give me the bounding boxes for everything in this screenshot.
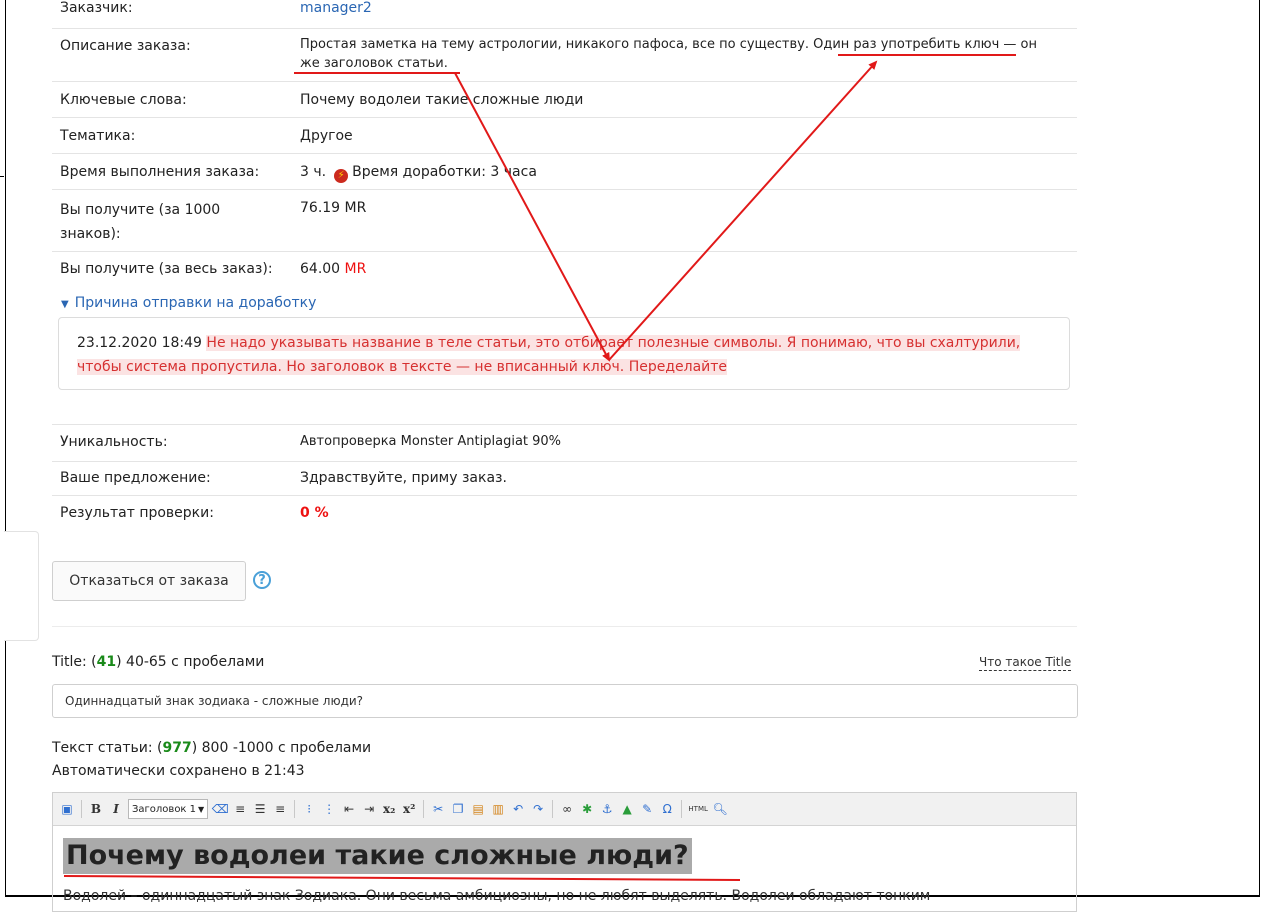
title-input[interactable] xyxy=(52,684,1078,718)
html-button[interactable]: HTML xyxy=(688,801,708,817)
row-topic: Тематика: Другое xyxy=(52,117,1077,154)
row-label: Время выполнения заказа: xyxy=(60,164,260,180)
title-label-prefix: Title: ( xyxy=(52,654,97,670)
superscript-icon[interactable]: x² xyxy=(401,801,417,817)
rich-text-editor: ▣ B I Заголовок 1 ▼ ⌫ ≡ ☰ ≡ ⁝ ⋮ ⇤ ⇥ x₂ x²… xyxy=(52,792,1077,912)
outdent-icon[interactable]: ⇤ xyxy=(341,801,357,817)
row-label: Заказчик: xyxy=(60,0,133,16)
row-label: Описание заказа: xyxy=(60,38,191,54)
numbered-list-icon[interactable]: ⋮ xyxy=(321,801,337,817)
rework-time: Время доработки: 3 часа xyxy=(352,164,537,180)
text-char-count: 977 xyxy=(162,740,192,756)
editor-content[interactable]: Почему водолеи такие сложные люди? Водол… xyxy=(53,826,1076,904)
row-label: Вы получите (за 1000 знаков): xyxy=(60,202,221,242)
row-label: Уникальность: xyxy=(60,434,168,450)
rework-icon: ⚡ xyxy=(334,169,349,183)
pay-per-1000-value: 76.19 MR xyxy=(300,200,367,216)
title-char-count: 41 xyxy=(96,654,117,670)
preview-icon[interactable]: 🔍︎ xyxy=(712,801,728,817)
pay-total-amount: 64.00 xyxy=(300,261,341,277)
editor-toolbar: ▣ B I Заголовок 1 ▼ ⌫ ≡ ☰ ≡ ⁝ ⋮ ⇤ ⇥ x₂ x²… xyxy=(53,793,1076,826)
chevron-down-icon: ▼ xyxy=(198,804,205,814)
bold-icon[interactable]: B xyxy=(88,801,104,817)
section-divider xyxy=(52,626,1077,627)
triangle-down-icon: ▼ xyxy=(61,299,69,310)
cut-icon[interactable]: ✂ xyxy=(430,801,446,817)
format-select-value: Заголовок 1 xyxy=(132,803,197,815)
copy-icon[interactable]: ❐ xyxy=(450,801,466,817)
align-center-icon[interactable]: ☰ xyxy=(252,801,268,817)
row-pay-per-1000: Вы получите (за 1000 знаков): 76.19 MR xyxy=(52,189,1077,252)
reason-text: Не надо указывать название в теле статьи… xyxy=(77,335,1021,375)
source-view-icon[interactable]: ▣ xyxy=(59,801,75,817)
bullet-list-icon[interactable]: ⁝ xyxy=(301,801,317,817)
link-icon[interactable]: ∞ xyxy=(559,801,575,817)
text-label-suffix: ) 800 -1000 с пробелами xyxy=(191,740,372,756)
row-deadline: Время выполнения заказа: 3 ч. ⚡ Время дора… xyxy=(52,153,1077,190)
deadline-hours: 3 ч. xyxy=(300,164,327,180)
description-line-2: же заголовок статьи. xyxy=(300,56,448,71)
format-select[interactable]: Заголовок 1 ▼ xyxy=(128,799,209,819)
topic-value: Другое xyxy=(300,128,353,144)
unlink-icon[interactable]: ✱ xyxy=(579,801,595,817)
toolbar-separator xyxy=(552,800,554,818)
description-text: Простая заметка на тему астрологии, ника… xyxy=(300,35,1070,73)
uniqueness-value: Автопроверка Monster Antiplagiat 90% xyxy=(300,434,562,449)
title-label: Title: (41) 40-65 с пробелами xyxy=(52,654,264,670)
article-text-label: Текст статьи: (977) 800 -1000 с пробелам… xyxy=(52,740,371,756)
edge-mark xyxy=(0,176,4,177)
subscript-icon[interactable]: x₂ xyxy=(381,801,397,817)
toolbar-separator xyxy=(81,800,82,818)
toolbar-separator xyxy=(294,800,296,818)
edit-icon[interactable]: ✎ xyxy=(639,801,655,817)
row-uniqueness: Уникальность: Автопроверка Monster Antip… xyxy=(52,424,1077,462)
row-label: Результат проверки: xyxy=(60,505,214,521)
row-check-result: Результат проверки: 0 % xyxy=(52,495,1077,531)
eraser-icon[interactable]: ⌫ xyxy=(212,801,229,817)
autosave-status: Автоматически сохранено в 21:43 xyxy=(52,763,305,779)
special-char-icon[interactable]: Ω xyxy=(659,801,675,817)
image-icon[interactable]: ▲ xyxy=(619,801,635,817)
align-left-icon[interactable]: ≡ xyxy=(232,801,248,817)
pay-total-value: 64.00 MR xyxy=(300,259,1070,279)
description-line-1: Простая заметка на тему астрологии, ника… xyxy=(300,37,1037,52)
align-right-icon[interactable]: ≡ xyxy=(272,801,288,817)
deadline-value: 3 ч. ⚡ Время доработки: 3 часа xyxy=(300,162,1070,183)
toolbar-separator xyxy=(681,800,683,818)
help-icon[interactable]: ? xyxy=(253,571,271,589)
row-label: Тематика: xyxy=(60,128,136,144)
title-label-suffix: ) 40-65 с пробелами xyxy=(116,654,265,670)
row-label: Вы получите (за весь заказ): xyxy=(60,261,273,277)
what-is-title-link[interactable]: Что такое Title xyxy=(979,655,1072,671)
refuse-order-button[interactable]: Отказаться от заказа xyxy=(52,561,246,601)
anchor-icon[interactable]: ⚓ xyxy=(599,801,615,817)
toolbar-separator xyxy=(423,800,425,818)
row-label: Ключевые слова: xyxy=(60,92,187,108)
currency-label: MR xyxy=(344,261,367,277)
customer-link[interactable]: manager2 xyxy=(300,0,1070,18)
reason-date: 23.12.2020 18:49 xyxy=(77,335,202,351)
redo-icon[interactable]: ↷ xyxy=(530,801,546,817)
reason-toggle[interactable]: ▼ Причина отправки на доработку xyxy=(61,295,316,311)
indent-icon[interactable]: ⇥ xyxy=(361,801,377,817)
row-keywords: Ключевые слова: Почему водолеи такие сло… xyxy=(52,81,1077,118)
text-label-prefix: Текст статьи: ( xyxy=(52,740,163,756)
row-pay-total: Вы получите (за весь заказ): 64.00 MR xyxy=(52,251,1077,286)
keywords-value: Почему водолеи такие сложные люди xyxy=(300,92,584,108)
side-panel-edge xyxy=(4,531,39,641)
row-customer: Заказчик: manager2 xyxy=(52,0,1077,29)
paste-icon[interactable]: ▤ xyxy=(470,801,486,817)
row-offer: Ваше предложение: Здравствуйте, приму за… xyxy=(52,460,1077,496)
undo-icon[interactable]: ↶ xyxy=(510,801,526,817)
row-label: Ваше предложение: xyxy=(60,470,211,486)
reason-toggle-label: Причина отправки на доработку xyxy=(74,295,317,311)
reason-box: 23.12.2020 18:49 Не надо указывать назва… xyxy=(58,317,1070,390)
article-heading: Почему водолеи такие сложные люди? xyxy=(63,838,692,874)
italic-icon[interactable]: I xyxy=(108,801,124,817)
row-description: Описание заказа: Простая заметка на тему… xyxy=(52,28,1077,82)
paste-text-icon[interactable]: ▥ xyxy=(490,801,506,817)
article-first-line: Водолей – одиннадцатый знак Зодиака. Они… xyxy=(63,888,931,904)
check-result-value: 0 % xyxy=(300,505,329,521)
offer-value: Здравствуйте, приму заказ. xyxy=(300,470,507,486)
